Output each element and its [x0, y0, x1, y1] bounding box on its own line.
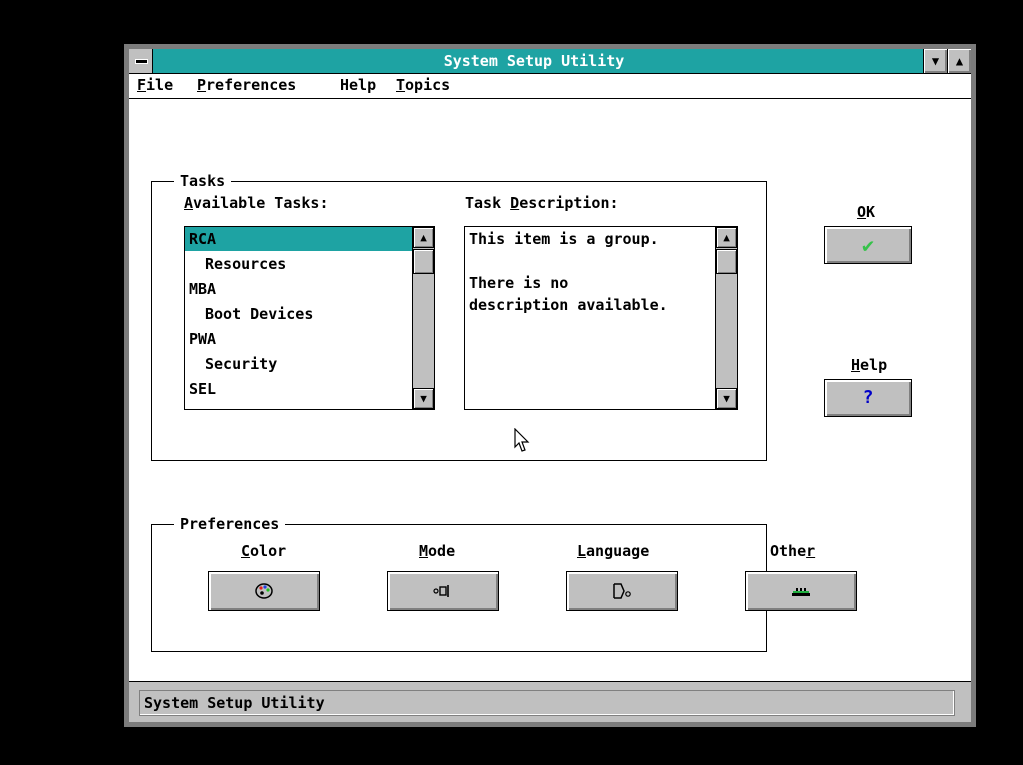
ok-label: OK [857, 203, 876, 221]
list-item[interactable]: Boot Devices [205, 302, 313, 326]
other-label: Other [770, 542, 816, 560]
task-description-label: Task Description: [465, 194, 619, 212]
palette-icon [255, 583, 273, 599]
preferences-group-title: Preferences [174, 515, 286, 533]
color-button[interactable] [208, 571, 320, 611]
help-button[interactable]: ? [824, 379, 912, 417]
status-text: System Setup Utility [139, 690, 955, 716]
menu-topics[interactable]: Topics [396, 76, 450, 94]
description-scrollbar[interactable]: ▲ ▼ [715, 227, 737, 409]
status-bar: System Setup Utility [129, 682, 971, 722]
scroll-down-arrow-icon[interactable]: ▼ [716, 388, 737, 409]
color-label: Color [241, 542, 287, 560]
tasks-group-title: Tasks [174, 172, 232, 190]
main-window: System Setup Utility ▼ ▲ File Preference… [124, 44, 976, 727]
scroll-thumb[interactable] [716, 249, 737, 274]
menu-bar: File Preferences Help Topics [129, 74, 971, 99]
mouse-pointer-icon [514, 428, 530, 452]
list-item[interactable]: PWA [189, 327, 216, 351]
scroll-up-arrow-icon[interactable]: ▲ [716, 227, 737, 248]
client-area: Tasks Available Tasks: RCA Resources MBA… [129, 99, 971, 682]
list-item[interactable]: Security [205, 352, 277, 376]
menu-preferences[interactable]: Preferences [197, 76, 296, 94]
language-button[interactable] [566, 571, 678, 611]
available-tasks-list[interactable]: RCA Resources MBA Boot Devices PWA Secur… [184, 226, 435, 410]
list-item[interactable]: MBA [189, 277, 216, 301]
list-item[interactable]: SEL [189, 377, 216, 401]
mode-icon [433, 585, 449, 597]
tasks-scrollbar[interactable]: ▲ ▼ [412, 227, 434, 409]
title-bar[interactable]: System Setup Utility ▼ ▲ [129, 49, 971, 74]
list-item[interactable]: RCA [185, 227, 412, 251]
checkmark-icon: ✔ [861, 233, 875, 257]
scroll-up-arrow-icon[interactable]: ▲ [413, 227, 434, 248]
mode-button[interactable] [387, 571, 499, 611]
list-item[interactable]: Resources [205, 252, 286, 276]
system-menu-button[interactable] [129, 49, 153, 73]
ok-button[interactable]: ✔ [824, 226, 912, 264]
task-description-text: This item is a group. There is no descri… [469, 230, 668, 314]
question-mark-icon: ? [862, 387, 874, 408]
maximize-button[interactable]: ▲ [947, 49, 971, 73]
system-menu-icon [135, 59, 148, 64]
window-title: System Setup Utility [443, 52, 625, 70]
menu-help[interactable]: Help [340, 76, 376, 94]
scroll-down-arrow-icon[interactable]: ▼ [413, 388, 434, 409]
other-icon [792, 588, 810, 596]
language-label: Language [577, 542, 650, 560]
help-label: Help [851, 356, 888, 374]
available-tasks-label: Available Tasks: [184, 194, 329, 212]
mode-label: Mode [419, 542, 456, 560]
other-button[interactable] [745, 571, 857, 611]
task-description-box[interactable]: This item is a group. There is no descri… [464, 226, 738, 410]
scroll-thumb[interactable] [413, 249, 434, 274]
minimize-button[interactable]: ▼ [923, 49, 947, 73]
menu-file[interactable]: File [137, 76, 173, 94]
language-icon [613, 583, 631, 599]
